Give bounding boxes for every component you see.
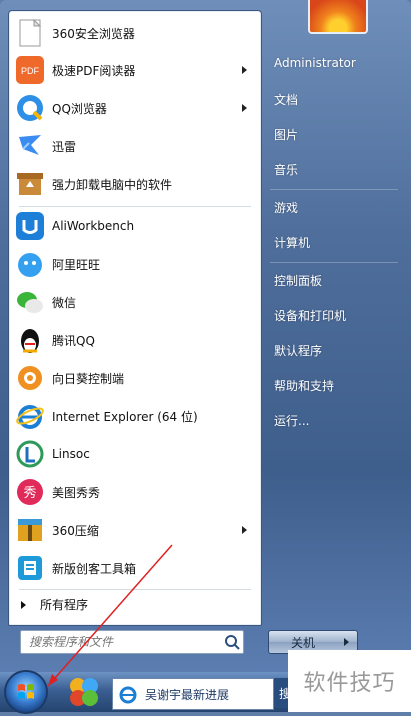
all-programs-button[interactable]: 所有程序 <box>19 596 88 613</box>
places-separator <box>270 262 398 263</box>
taskbar-window-title: 吴谢宇最新进展 <box>145 687 230 702</box>
default-programs-link[interactable]: 默认程序 <box>274 342 322 359</box>
pictures-link[interactable]: 图片 <box>274 126 298 143</box>
program-item-maker-toolbox[interactable]: 新版创客工具箱 <box>11 550 257 586</box>
games-link[interactable]: 游戏 <box>274 199 298 216</box>
program-label: 360压缩 <box>52 523 99 538</box>
ie-icon <box>15 401 45 431</box>
program-item-meitu[interactable]: 秀 美图秀秀 <box>11 474 257 510</box>
program-item-aliworkbench[interactable]: AliWorkbench <box>11 208 257 244</box>
music-link[interactable]: 音乐 <box>274 161 298 178</box>
program-label: 迅雷 <box>52 139 77 154</box>
search-box[interactable] <box>20 630 244 654</box>
colorful-balls-icon <box>70 678 98 706</box>
programs-pane: 360安全浏览器 PDF 极速PDF阅读器 QQ浏览器 迅雷 强力卸载电脑中的软… <box>8 10 262 626</box>
watermark-text: 软件技巧 <box>288 650 411 712</box>
program-item-xunlei[interactable]: 迅雷 <box>11 128 257 164</box>
program-label: Linsoc <box>52 447 90 461</box>
program-label: 阿里旺旺 <box>52 257 101 272</box>
program-label: 向日葵控制端 <box>52 371 125 386</box>
submenu-arrow-icon <box>242 526 247 534</box>
program-separator <box>19 589 251 590</box>
user-avatar[interactable] <box>308 0 368 34</box>
xunlei-icon <box>15 131 45 161</box>
svg-text:PDF: PDF <box>21 66 40 76</box>
wechat-icon <box>15 287 45 317</box>
toolbox-icon <box>15 553 45 583</box>
computer-link[interactable]: 计算机 <box>274 234 310 251</box>
windows-logo-icon <box>18 684 34 699</box>
program-label: AliWorkbench <box>52 219 135 233</box>
program-item-uninstaller[interactable]: 强力卸载电脑中的软件 <box>11 166 257 202</box>
qq-penguin-icon <box>15 325 45 355</box>
program-item-360-browser[interactable]: 360安全浏览器 <box>11 15 257 51</box>
sunflower-icon <box>15 363 45 393</box>
expand-arrow-icon <box>21 600 26 609</box>
program-item-360-zip[interactable]: 360压缩 <box>11 512 257 548</box>
program-label: QQ浏览器 <box>52 101 107 116</box>
taskbar-ie-window[interactable]: 吴谢宇最新进展 <box>112 678 274 710</box>
taskbar-pinned-app[interactable] <box>66 674 102 710</box>
program-label: 新版创客工具箱 <box>52 561 137 576</box>
program-label: Internet Explorer (64 位) <box>52 409 198 424</box>
user-name-link[interactable]: Administrator <box>274 56 356 70</box>
program-item-internet-explorer[interactable]: Internet Explorer (64 位) <box>11 398 257 434</box>
all-programs-label: 所有程序 <box>40 598 89 612</box>
program-item-sunflower[interactable]: 向日葵控制端 <box>11 360 257 396</box>
program-item-wechat[interactable]: 微信 <box>11 284 257 320</box>
aliwangwang-icon <box>15 249 45 279</box>
ie-icon <box>117 683 139 705</box>
start-button[interactable] <box>6 672 46 712</box>
search-icon[interactable] <box>223 633 241 651</box>
program-item-qq[interactable]: 腾讯QQ <box>11 322 257 358</box>
program-label: 360安全浏览器 <box>52 26 135 41</box>
places-separator <box>270 189 398 190</box>
program-item-pdf-reader[interactable]: PDF 极速PDF阅读器 <box>11 52 257 88</box>
program-label: 美图秀秀 <box>52 485 101 500</box>
program-separator <box>19 206 251 207</box>
run-link[interactable]: 运行... <box>274 412 309 429</box>
qq-browser-icon <box>15 93 45 123</box>
aliworkbench-icon <box>15 211 45 241</box>
program-label: 微信 <box>52 295 77 310</box>
program-label: 极速PDF阅读器 <box>52 63 136 78</box>
submenu-arrow-icon <box>242 66 247 74</box>
uninstaller-icon <box>15 169 45 199</box>
program-label: 腾讯QQ <box>52 333 95 348</box>
submenu-arrow-icon <box>242 104 247 112</box>
360-browser-icon <box>15 18 45 48</box>
control-panel-link[interactable]: 控制面板 <box>274 272 322 289</box>
svg-text:秀: 秀 <box>23 486 36 501</box>
program-item-aliwangwang[interactable]: 阿里旺旺 <box>11 246 257 282</box>
pdf-reader-icon: PDF <box>15 55 45 85</box>
360-zip-icon <box>15 515 45 545</box>
program-item-qq-browser[interactable]: QQ浏览器 <box>11 90 257 126</box>
documents-link[interactable]: 文档 <box>274 91 298 108</box>
program-label: 强力卸载电脑中的软件 <box>52 177 173 192</box>
start-menu: 360安全浏览器 PDF 极速PDF阅读器 QQ浏览器 迅雷 强力卸载电脑中的软… <box>0 0 411 672</box>
help-support-link[interactable]: 帮助和支持 <box>274 377 334 394</box>
program-item-linsoc[interactable]: Linsoc <box>11 436 257 472</box>
linsoc-icon <box>15 439 45 469</box>
devices-printers-link[interactable]: 设备和打印机 <box>274 307 346 324</box>
meitu-icon: 秀 <box>15 477 45 507</box>
search-input[interactable] <box>21 632 223 652</box>
